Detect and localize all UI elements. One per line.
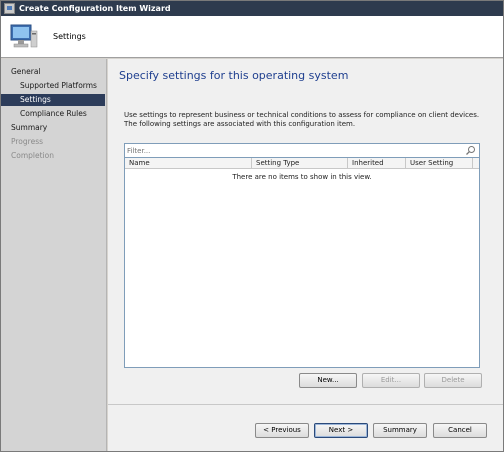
filter-input[interactable] [127, 145, 457, 157]
nav-item-supported-platforms[interactable]: Supported Platforms [1, 80, 105, 92]
wizard-nav: General Supported Platforms Settings Com… [1, 59, 107, 451]
computer-monitor-icon [10, 24, 38, 48]
column-header-user-setting[interactable]: User Setting [406, 158, 473, 169]
header-title: Settings [53, 32, 86, 41]
wizard-window: Create Configuration Item Wizard Setting… [0, 0, 504, 452]
column-header-name[interactable]: Name [125, 158, 252, 169]
delete-button: Delete [424, 373, 482, 388]
filter-box [124, 143, 480, 158]
new-button[interactable]: New... [299, 373, 357, 388]
summary-button[interactable]: Summary [373, 423, 427, 438]
footer-divider [108, 404, 503, 405]
next-button[interactable]: Next > [314, 423, 368, 438]
nav-item-progress: Progress [11, 137, 44, 146]
cancel-button[interactable]: Cancel [433, 423, 487, 438]
title-bar[interactable]: Create Configuration Item Wizard [1, 1, 503, 16]
nav-item-general[interactable]: General [1, 66, 105, 78]
wizard-header: Settings [1, 16, 503, 58]
search-icon[interactable] [465, 145, 476, 156]
nav-item-compliance-rules[interactable]: Compliance Rules [1, 108, 105, 120]
column-header-inherited[interactable]: Inherited [348, 158, 406, 169]
column-header-setting-type[interactable]: Setting Type [252, 158, 348, 169]
previous-button[interactable]: < Previous [255, 423, 309, 438]
list-header: Name Setting Type Inherited User Setting [125, 158, 479, 169]
window-title: Create Configuration Item Wizard [19, 4, 171, 13]
nav-item-completion: Completion [11, 151, 54, 160]
settings-list[interactable]: Name Setting Type Inherited User Setting… [124, 158, 480, 368]
empty-list-message: There are no items to show in this view. [232, 173, 372, 181]
nav-item-settings[interactable]: Settings [1, 94, 105, 106]
page-heading: Specify settings for this operating syst… [119, 69, 349, 82]
wizard-app-icon [4, 3, 15, 14]
wizard-content: Specify settings for this operating syst… [108, 59, 503, 451]
edit-button: Edit... [362, 373, 420, 388]
page-description: Use settings to represent business or te… [124, 111, 480, 128]
nav-item-summary[interactable]: Summary [1, 122, 105, 134]
